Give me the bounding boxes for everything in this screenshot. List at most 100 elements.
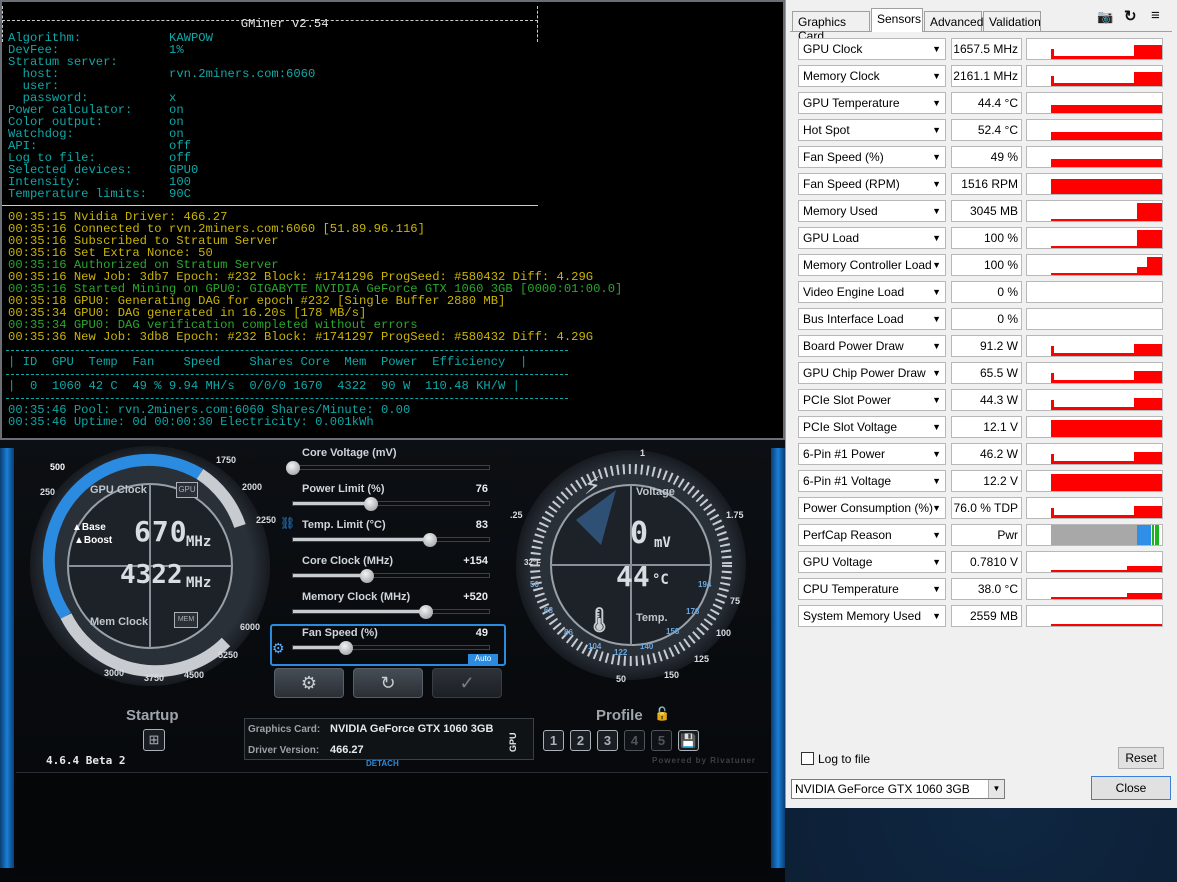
temp-limit-slider[interactable]: Temp. Limit (°C) 83 — [290, 519, 490, 549]
chevron-down-icon[interactable]: ▼ — [932, 579, 941, 599]
graph-bar — [1134, 398, 1162, 410]
core-voltage-slider[interactable]: Core Voltage (mV) — [286, 447, 490, 477]
apply-button[interactable]: ✓ — [432, 668, 502, 698]
slider-track[interactable] — [292, 569, 490, 583]
sensor-name-dropdown[interactable]: GPU Load ▼ — [798, 227, 946, 249]
slider-label: Memory Clock (MHz) — [302, 591, 411, 603]
sensor-name-dropdown[interactable]: Bus Interface Load ▼ — [798, 308, 946, 330]
sensor-name-dropdown[interactable]: CPU Temperature ▼ — [798, 578, 946, 600]
power-limit-slider[interactable]: Power Limit (%) 76 — [290, 483, 490, 513]
sensor-name-dropdown[interactable]: Fan Speed (%) ▼ — [798, 146, 946, 168]
sensor-name-dropdown[interactable]: Memory Clock ▼ — [798, 65, 946, 87]
chevron-down-icon[interactable]: ▼ — [932, 255, 941, 275]
fan-auto-button[interactable]: Auto — [468, 654, 498, 664]
sensor-graph — [1026, 254, 1163, 276]
reset-button[interactable]: Reset — [1118, 747, 1164, 769]
sensor-name: 6-Pin #1 Voltage — [803, 474, 892, 488]
refresh-icon[interactable]: ↻ — [1124, 7, 1137, 25]
startup-windows-button[interactable]: ⊞ — [143, 729, 165, 751]
close-button[interactable]: Close — [1091, 776, 1171, 800]
chevron-down-icon[interactable]: ▼ — [988, 780, 1004, 798]
reset-button[interactable]: ↻ — [353, 668, 423, 698]
gminer-console-window: GMiner v2.54 Algorithm: KAWPOW DevFee: 1% St… — [0, 0, 785, 440]
chevron-down-icon[interactable]: ▼ — [932, 93, 941, 113]
sensor-name-dropdown[interactable]: Video Engine Load ▼ — [798, 281, 946, 303]
chevron-down-icon[interactable]: ▼ — [932, 606, 941, 626]
tab-validation[interactable]: Validation — [983, 11, 1041, 31]
core-clock-slider[interactable]: Core Clock (MHz) +154 — [290, 555, 490, 585]
sensor-name-dropdown[interactable]: Power Consumption (%) ▼ — [798, 497, 946, 519]
chevron-down-icon[interactable]: ▼ — [932, 471, 941, 491]
profile-slot-1[interactable]: 1 — [543, 730, 564, 751]
profile-slot-3[interactable]: 3 — [597, 730, 618, 751]
slider-track[interactable] — [286, 461, 490, 475]
chevron-down-icon[interactable]: ▼ — [932, 201, 941, 221]
chevron-down-icon[interactable]: ▼ — [932, 552, 941, 572]
chevron-down-icon[interactable]: ▼ — [932, 417, 941, 437]
sensor-name-dropdown[interactable]: Hot Spot ▼ — [798, 119, 946, 141]
sensor-name-dropdown[interactable]: GPU Voltage ▼ — [798, 551, 946, 573]
sensor-name-dropdown[interactable]: GPU Temperature ▼ — [798, 92, 946, 114]
device-select[interactable]: NVIDIA GeForce GTX 1060 3GB ▼ — [791, 779, 1005, 799]
chevron-down-icon[interactable]: ▼ — [932, 66, 941, 86]
tab-sensors[interactable]: Sensors — [871, 8, 923, 32]
profile-slot-4[interactable]: 4 — [624, 730, 645, 751]
slider-fill — [293, 610, 427, 613]
settings-button[interactable]: ⚙ — [274, 668, 344, 698]
sensor-name-dropdown[interactable]: PerfCap Reason ▼ — [798, 524, 946, 546]
link-icon[interactable]: ⛓ — [280, 516, 295, 530]
slider-fill — [293, 574, 368, 577]
profile-slot-2[interactable]: 2 — [570, 730, 591, 751]
sensor-name-dropdown[interactable]: Fan Speed (RPM) ▼ — [798, 173, 946, 195]
profile-label: Profile — [596, 707, 643, 724]
chevron-down-icon[interactable]: ▼ — [932, 390, 941, 410]
lock-icon[interactable]: 🔓 — [654, 706, 670, 722]
config-value: rvn.2miners.com:6060 — [169, 67, 316, 81]
sensor-name-dropdown[interactable]: GPU Clock ▼ — [798, 38, 946, 60]
chevron-down-icon[interactable]: ▼ — [932, 309, 941, 329]
slider-track[interactable] — [292, 497, 490, 511]
slider-knob[interactable] — [286, 461, 300, 475]
sensor-name-dropdown[interactable]: 6-Pin #1 Power ▼ — [798, 443, 946, 465]
chevron-down-icon[interactable]: ▼ — [932, 147, 941, 167]
sensor-name-dropdown[interactable]: Memory Used ▼ — [798, 200, 946, 222]
sensor-value: 49 % — [951, 146, 1022, 168]
fan-gear-icon[interactable]: ⚙ — [272, 640, 285, 657]
sensor-name-dropdown[interactable]: 6-Pin #1 Voltage ▼ — [798, 470, 946, 492]
sensor-name-dropdown[interactable]: Memory Controller Load ▼ — [798, 254, 946, 276]
profile-slot-5[interactable]: 5 — [651, 730, 672, 751]
slider-knob[interactable] — [364, 497, 379, 511]
save-profile-button[interactable]: 💾 — [678, 730, 699, 751]
chevron-down-icon[interactable]: ▼ — [932, 363, 941, 383]
chevron-down-icon[interactable]: ▼ — [932, 228, 941, 248]
gpu-tab-label[interactable]: GPU — [508, 730, 528, 752]
menu-icon[interactable]: ≡ — [1151, 7, 1160, 24]
chevron-down-icon[interactable]: ▼ — [932, 120, 941, 140]
sensor-name-dropdown[interactable]: System Memory Used ▼ — [798, 605, 946, 627]
slider-track[interactable] — [292, 605, 490, 619]
slider-knob[interactable] — [419, 605, 434, 619]
camera-icon[interactable]: 📷 — [1097, 9, 1113, 25]
chevron-down-icon[interactable]: ▼ — [932, 525, 941, 545]
detach-link[interactable]: DETACH — [366, 759, 399, 768]
memory-clock-slider[interactable]: Memory Clock (MHz) +520 — [290, 591, 490, 621]
sensor-name-dropdown[interactable]: Board Power Draw ▼ — [798, 335, 946, 357]
chevron-down-icon[interactable]: ▼ — [932, 336, 941, 356]
chevron-down-icon[interactable]: ▼ — [932, 444, 941, 464]
chevron-down-icon[interactable]: ▼ — [932, 498, 941, 518]
sensor-name-dropdown[interactable]: PCIe Slot Voltage ▼ — [798, 416, 946, 438]
slider-knob[interactable] — [360, 569, 375, 583]
chevron-down-icon[interactable]: ▼ — [932, 174, 941, 194]
log-to-file-checkbox[interactable] — [801, 752, 814, 765]
graph-bar — [1051, 246, 1137, 248]
sensor-graph-plot — [1051, 474, 1162, 491]
tab-graphics-card[interactable]: Graphics Card — [792, 11, 870, 43]
chevron-down-icon[interactable]: ▼ — [932, 39, 941, 59]
slider-track[interactable] — [292, 533, 490, 547]
slider-knob[interactable] — [423, 533, 438, 547]
tab-advanced[interactable]: Advanced — [924, 11, 983, 31]
sensor-name-dropdown[interactable]: GPU Chip Power Draw ▼ — [798, 362, 946, 384]
sensor-name-dropdown[interactable]: PCIe Slot Power ▼ — [798, 389, 946, 411]
device-select-value: NVIDIA GeForce GTX 1060 3GB — [795, 782, 970, 796]
chevron-down-icon[interactable]: ▼ — [932, 282, 941, 302]
